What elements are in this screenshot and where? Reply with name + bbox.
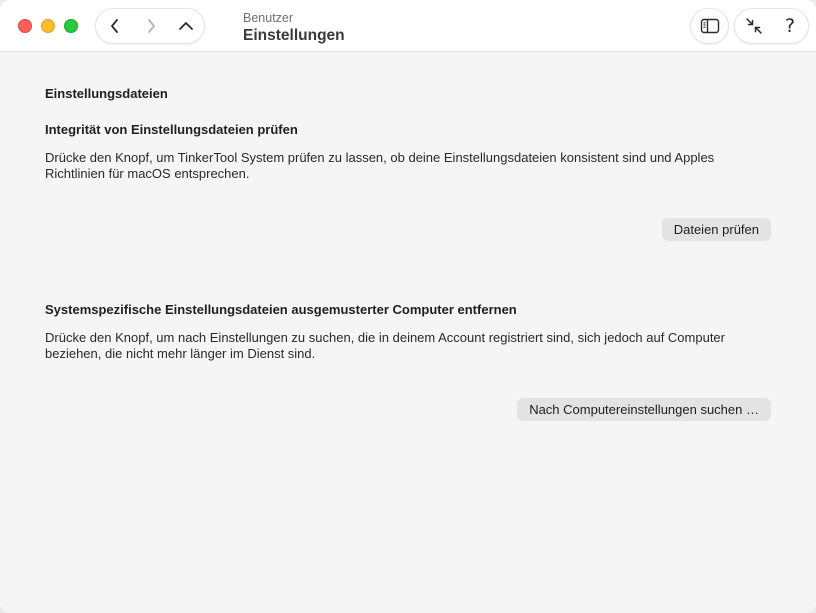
search-computer-settings-button[interactable]: Nach Computereinstellungen suchen …	[517, 398, 771, 421]
back-button[interactable]	[98, 9, 132, 43]
app-window: Benutzer Einstellungen ? Einstellungsdat…	[0, 0, 816, 613]
section-title-integrity: Integrität von Einstellungsdateien prüfe…	[45, 122, 298, 137]
check-files-button[interactable]: Dateien prüfen	[661, 218, 771, 241]
chevron-left-icon	[111, 19, 118, 33]
zoom-window-button[interactable]	[64, 19, 78, 33]
collapse-button[interactable]	[737, 9, 771, 43]
close-window-button[interactable]	[18, 19, 32, 33]
forward-button[interactable]	[134, 9, 168, 43]
section-group-heading: Einstellungsdateien	[45, 86, 168, 101]
sidebar-icon	[700, 18, 719, 34]
chevron-right-icon	[148, 19, 155, 33]
title-bar: Benutzer Einstellungen ?	[0, 0, 816, 52]
navigation-button-group	[95, 8, 205, 44]
help-icon: ?	[784, 15, 796, 37]
section-description-retired-computers: Drücke den Knopf, um nach Einstellungen …	[45, 330, 725, 361]
chevron-up-icon	[179, 22, 193, 30]
section-description-integrity: Drücke den Knopf, um TinkerTool System p…	[45, 150, 715, 181]
minimize-window-button[interactable]	[41, 19, 55, 33]
page-title: Einstellungen	[243, 27, 345, 44]
up-button[interactable]	[169, 9, 203, 43]
help-button[interactable]: ?	[773, 9, 807, 43]
view-help-button-group: ?	[734, 8, 809, 44]
arrows-collapse-icon	[746, 18, 762, 34]
section-title-retired-computers: Systemspezifische Einstellungsdateien au…	[45, 302, 517, 317]
breadcrumb: Benutzer	[243, 11, 294, 25]
window-title-block: Benutzer Einstellungen	[243, 11, 345, 47]
toggle-sidebar-button[interactable]	[690, 8, 729, 44]
